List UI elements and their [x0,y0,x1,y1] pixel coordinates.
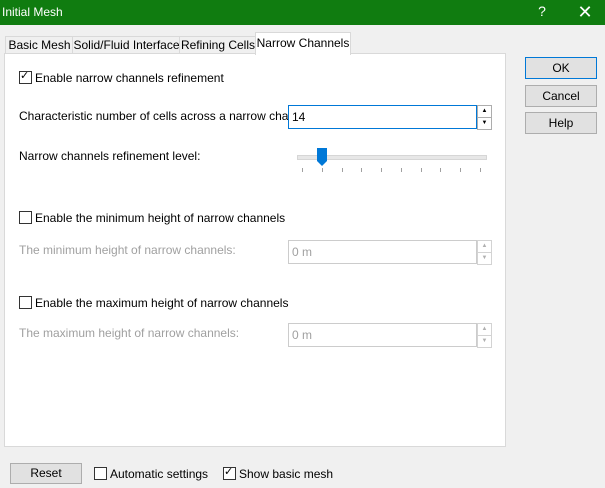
enable-narrow-channels-label[interactable]: Enable narrow channels refinement [35,71,224,85]
max-height-spinner[interactable]: ▲ ▼ [477,323,492,348]
slider-tick [381,168,383,172]
slider-tick [440,168,442,172]
automatic-settings-checkbox[interactable] [94,467,107,480]
tab-narrow-channels[interactable]: Narrow Channels [255,32,351,55]
slider-tick [361,168,363,172]
slider-tick [480,168,481,172]
refinement-level-label: Narrow channels refinement level: [19,149,201,163]
enable-min-height-label[interactable]: Enable the minimum height of narrow chan… [35,211,285,225]
min-height-spinner[interactable]: ▲ ▼ [477,240,492,265]
show-basic-mesh-checkbox[interactable]: ✓ [223,466,236,480]
spin-down-icon[interactable]: ▼ [477,117,492,130]
min-height-input[interactable]: 0 m [288,240,477,264]
cancel-button[interactable]: Cancel [525,85,597,107]
tab-label: Basic Mesh [8,38,71,52]
ok-button[interactable]: OK [525,57,597,79]
refinement-level-slider-thumb[interactable] [316,148,327,166]
slider-tick [321,168,323,172]
cells-across-label: Characteristic number of cells across a … [19,109,315,123]
enable-narrow-channels-checkbox[interactable]: ✓ [19,70,32,84]
enable-max-height-label[interactable]: Enable the maximum height of narrow chan… [35,296,288,310]
cells-across-input[interactable]: 14 [288,105,477,129]
window-title: Initial Mesh [2,5,63,19]
max-height-label: The maximum height of narrow channels: [19,326,240,340]
help-question-icon[interactable]: ? [535,3,549,19]
tab-solid-fluid-interface[interactable]: Solid/Fluid Interface [72,36,181,54]
title-bar: Initial Mesh ? ✕ [0,0,605,25]
slider-tick [341,168,343,172]
tab-label: Narrow Channels [256,36,350,50]
enable-max-height-checkbox[interactable] [19,296,32,309]
max-height-input[interactable]: 0 m [288,323,477,347]
slider-tick [420,168,422,172]
tab-basic-mesh[interactable]: Basic Mesh [5,36,74,54]
help-button[interactable]: Help [525,112,597,134]
spin-down-icon[interactable]: ▼ [477,335,492,348]
check-icon: ✓ [20,70,30,82]
slider-tick [302,168,303,172]
automatic-settings-label[interactable]: Automatic settings [110,467,208,481]
tab-refining-cells[interactable]: Refining Cells [179,36,257,54]
slider-tick [400,168,402,172]
check-icon: ✓ [224,466,234,478]
enable-min-height-checkbox[interactable] [19,211,32,224]
show-basic-mesh-label[interactable]: Show basic mesh [239,467,333,481]
slider-tick [460,168,462,172]
cells-across-spinner[interactable]: ▲ ▼ [477,105,492,130]
spin-down-icon[interactable]: ▼ [477,252,492,265]
reset-button[interactable]: Reset [10,463,82,484]
min-height-label: The minimum height of narrow channels: [19,243,236,257]
tab-label: Refining Cells [180,38,256,52]
tab-label: Solid/Fluid Interface [73,38,180,52]
close-icon[interactable]: ✕ [576,2,594,23]
